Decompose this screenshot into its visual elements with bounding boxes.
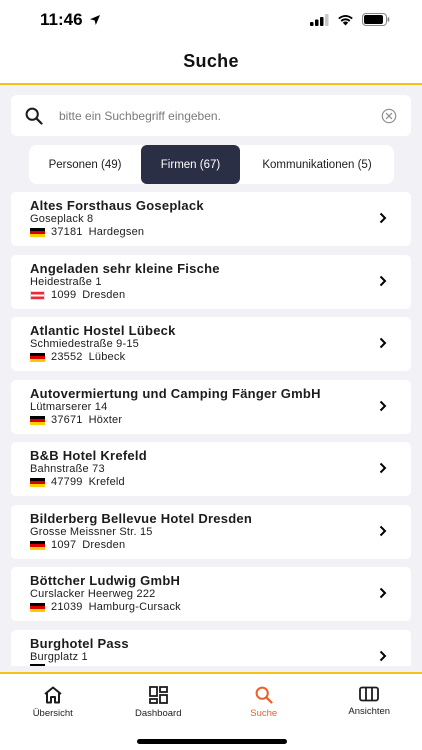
- tab-label: Dashboard: [135, 708, 182, 719]
- company-city: Dresden: [82, 288, 126, 301]
- company-zip: 37181: [51, 226, 83, 238]
- dashboard-icon: [148, 686, 168, 704]
- company-name: Autovermiertung und Camping Fänger GmbH: [30, 385, 321, 401]
- company-name: B&B Hotel Krefeld: [30, 448, 147, 463]
- flag-germany-icon: [30, 603, 45, 612]
- tab-label: Ansichten: [348, 706, 391, 717]
- list-item[interactable]: Burghotel Pass Burgplatz 1: [11, 629, 411, 666]
- company-name: Atlantic Hostel Lübeck: [30, 323, 176, 338]
- list-item[interactable]: Altes Forsthaus Goseplack Goseplack 8 37…: [11, 192, 411, 246]
- company-zip: 1099: [51, 288, 77, 301]
- chevron-right-icon: [379, 462, 387, 474]
- company-street: Heidestraße 1: [30, 275, 102, 288]
- list-item[interactable]: B&B Hotel Krefeld Bahnstraße 73 47799 Kre…: [11, 442, 411, 496]
- company-name: Altes Forsthaus Goseplack: [30, 198, 204, 213]
- status-bar: 11:46: [0, 0, 422, 40]
- segment-firmen[interactable]: Firmen (67): [141, 145, 240, 184]
- company-city: Hamburg-Cursack: [88, 601, 181, 613]
- tab-label: Übersicht: [32, 708, 73, 719]
- columns-icon: [359, 686, 380, 702]
- company-name: Bilderberg Bellevue Hotel Dresden: [30, 510, 253, 526]
- company-street: Schmiedestraße 9-15: [30, 338, 139, 350]
- flag-germany-icon: [30, 353, 45, 362]
- company-city: Dresden: [82, 538, 126, 551]
- battery-icon: [362, 13, 390, 26]
- segment-kommunikationen[interactable]: Kommunikationen (5): [240, 145, 394, 184]
- tab-label: Suche: [250, 708, 278, 719]
- home-icon: [44, 686, 62, 704]
- company-street: Lütmarserer 14: [30, 400, 108, 413]
- company-zip: 47799: [51, 476, 83, 488]
- company-zip: 23552: [51, 351, 83, 363]
- company-street: Curslacker Heerweg 222: [30, 588, 156, 600]
- flag-germany-icon: [30, 478, 45, 487]
- chevron-right-icon: [379, 587, 387, 599]
- list-item[interactable]: Angeladen sehr kleine Fische Heidestraße…: [11, 254, 411, 309]
- company-name: Angeladen sehr kleine Fische: [30, 260, 220, 276]
- search-icon: [255, 686, 273, 704]
- company-city: Krefeld: [88, 476, 125, 488]
- company-zip: 21039: [51, 601, 83, 613]
- segment-personen[interactable]: Personen (49): [29, 145, 141, 184]
- company-zip: 1097: [51, 538, 77, 551]
- search-bar[interactable]: [11, 95, 411, 136]
- company-zip: 37671: [51, 413, 83, 426]
- flag-germany-icon: [30, 540, 45, 550]
- list-item[interactable]: Atlantic Hostel Lübeck Schmiedestraße 9-…: [11, 317, 411, 371]
- status-time: 11:46: [40, 10, 83, 29]
- chevron-right-icon: [379, 337, 387, 349]
- flag-germany-icon: [30, 415, 45, 425]
- chevron-right-icon: [379, 650, 387, 661]
- clear-search-icon[interactable]: [381, 108, 397, 124]
- chevron-right-icon: [379, 525, 387, 536]
- company-street: Goseplack 8: [30, 213, 94, 225]
- results-list: Altes Forsthaus Goseplack Goseplack 8 37…: [11, 192, 411, 666]
- list-item[interactable]: Böttcher Ludwig GmbH Curslacker Heerweg …: [11, 567, 411, 621]
- flag-austria-icon: [30, 290, 45, 300]
- tab-ansichten[interactable]: Ansichten: [317, 674, 422, 750]
- company-street: Grosse Meissner Str. 15: [30, 525, 153, 538]
- chevron-right-icon: [379, 275, 387, 286]
- company-city: Hardegsen: [88, 226, 145, 238]
- segmented-control: Personen (49) Firmen (67) Kommunikatione…: [29, 145, 394, 184]
- nav-header: Suche: [0, 40, 422, 85]
- company-name: Böttcher Ludwig GmbH: [30, 573, 181, 588]
- company-street: Burgplatz 1: [30, 650, 88, 663]
- location-arrow-icon: [89, 15, 100, 25]
- list-item[interactable]: Autovermiertung und Camping Fänger GmbH …: [11, 379, 411, 434]
- home-indicator: [137, 739, 287, 744]
- company-city: Lübeck: [88, 351, 126, 363]
- company-street: Bahnstraße 73: [30, 463, 105, 475]
- flag-germany-icon: [30, 228, 45, 237]
- wifi-icon: [338, 14, 353, 25]
- cellular-signal-icon: [310, 13, 329, 26]
- chevron-right-icon: [379, 400, 387, 411]
- search-icon: [25, 107, 43, 125]
- page-title: Suche: [183, 51, 239, 71]
- company-name: Burghotel Pass: [30, 635, 129, 651]
- company-city: Höxter: [88, 413, 123, 426]
- search-input[interactable]: [59, 108, 381, 123]
- tab-uebersicht[interactable]: Übersicht: [0, 674, 106, 750]
- flag-germany-icon: [30, 663, 45, 666]
- chevron-right-icon: [379, 212, 387, 224]
- list-item[interactable]: Bilderberg Bellevue Hotel Dresden Grosse…: [11, 504, 411, 559]
